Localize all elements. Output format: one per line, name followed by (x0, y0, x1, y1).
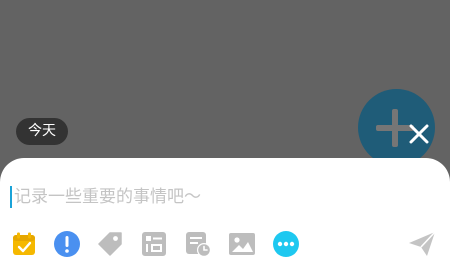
date-badge: 今天 (16, 118, 68, 145)
priority-button[interactable] (53, 230, 81, 258)
tag-icon (98, 232, 122, 256)
calendar-button[interactable] (10, 230, 38, 258)
text-caret (10, 186, 12, 208)
checklist-button[interactable] (140, 230, 168, 258)
send-icon (409, 231, 436, 256)
more-button[interactable] (272, 230, 300, 258)
send-button[interactable] (406, 230, 438, 258)
close-icon[interactable] (404, 119, 434, 149)
reminder-clock-icon (186, 232, 211, 257)
plus-icon-vertical (392, 109, 398, 147)
tag-button[interactable] (96, 230, 124, 258)
priority-alert-icon (54, 231, 80, 257)
image-button[interactable] (228, 230, 256, 258)
app-screen: 今天 (0, 0, 450, 270)
more-icon (273, 231, 299, 257)
image-icon (229, 233, 255, 255)
composer-toolbar (0, 228, 450, 260)
composer-input-row (10, 182, 430, 212)
composer-sheet (0, 158, 450, 270)
note-input[interactable] (14, 187, 414, 207)
checklist-icon (142, 232, 166, 256)
calendar-icon (13, 232, 35, 255)
reminder-button[interactable] (184, 230, 212, 258)
